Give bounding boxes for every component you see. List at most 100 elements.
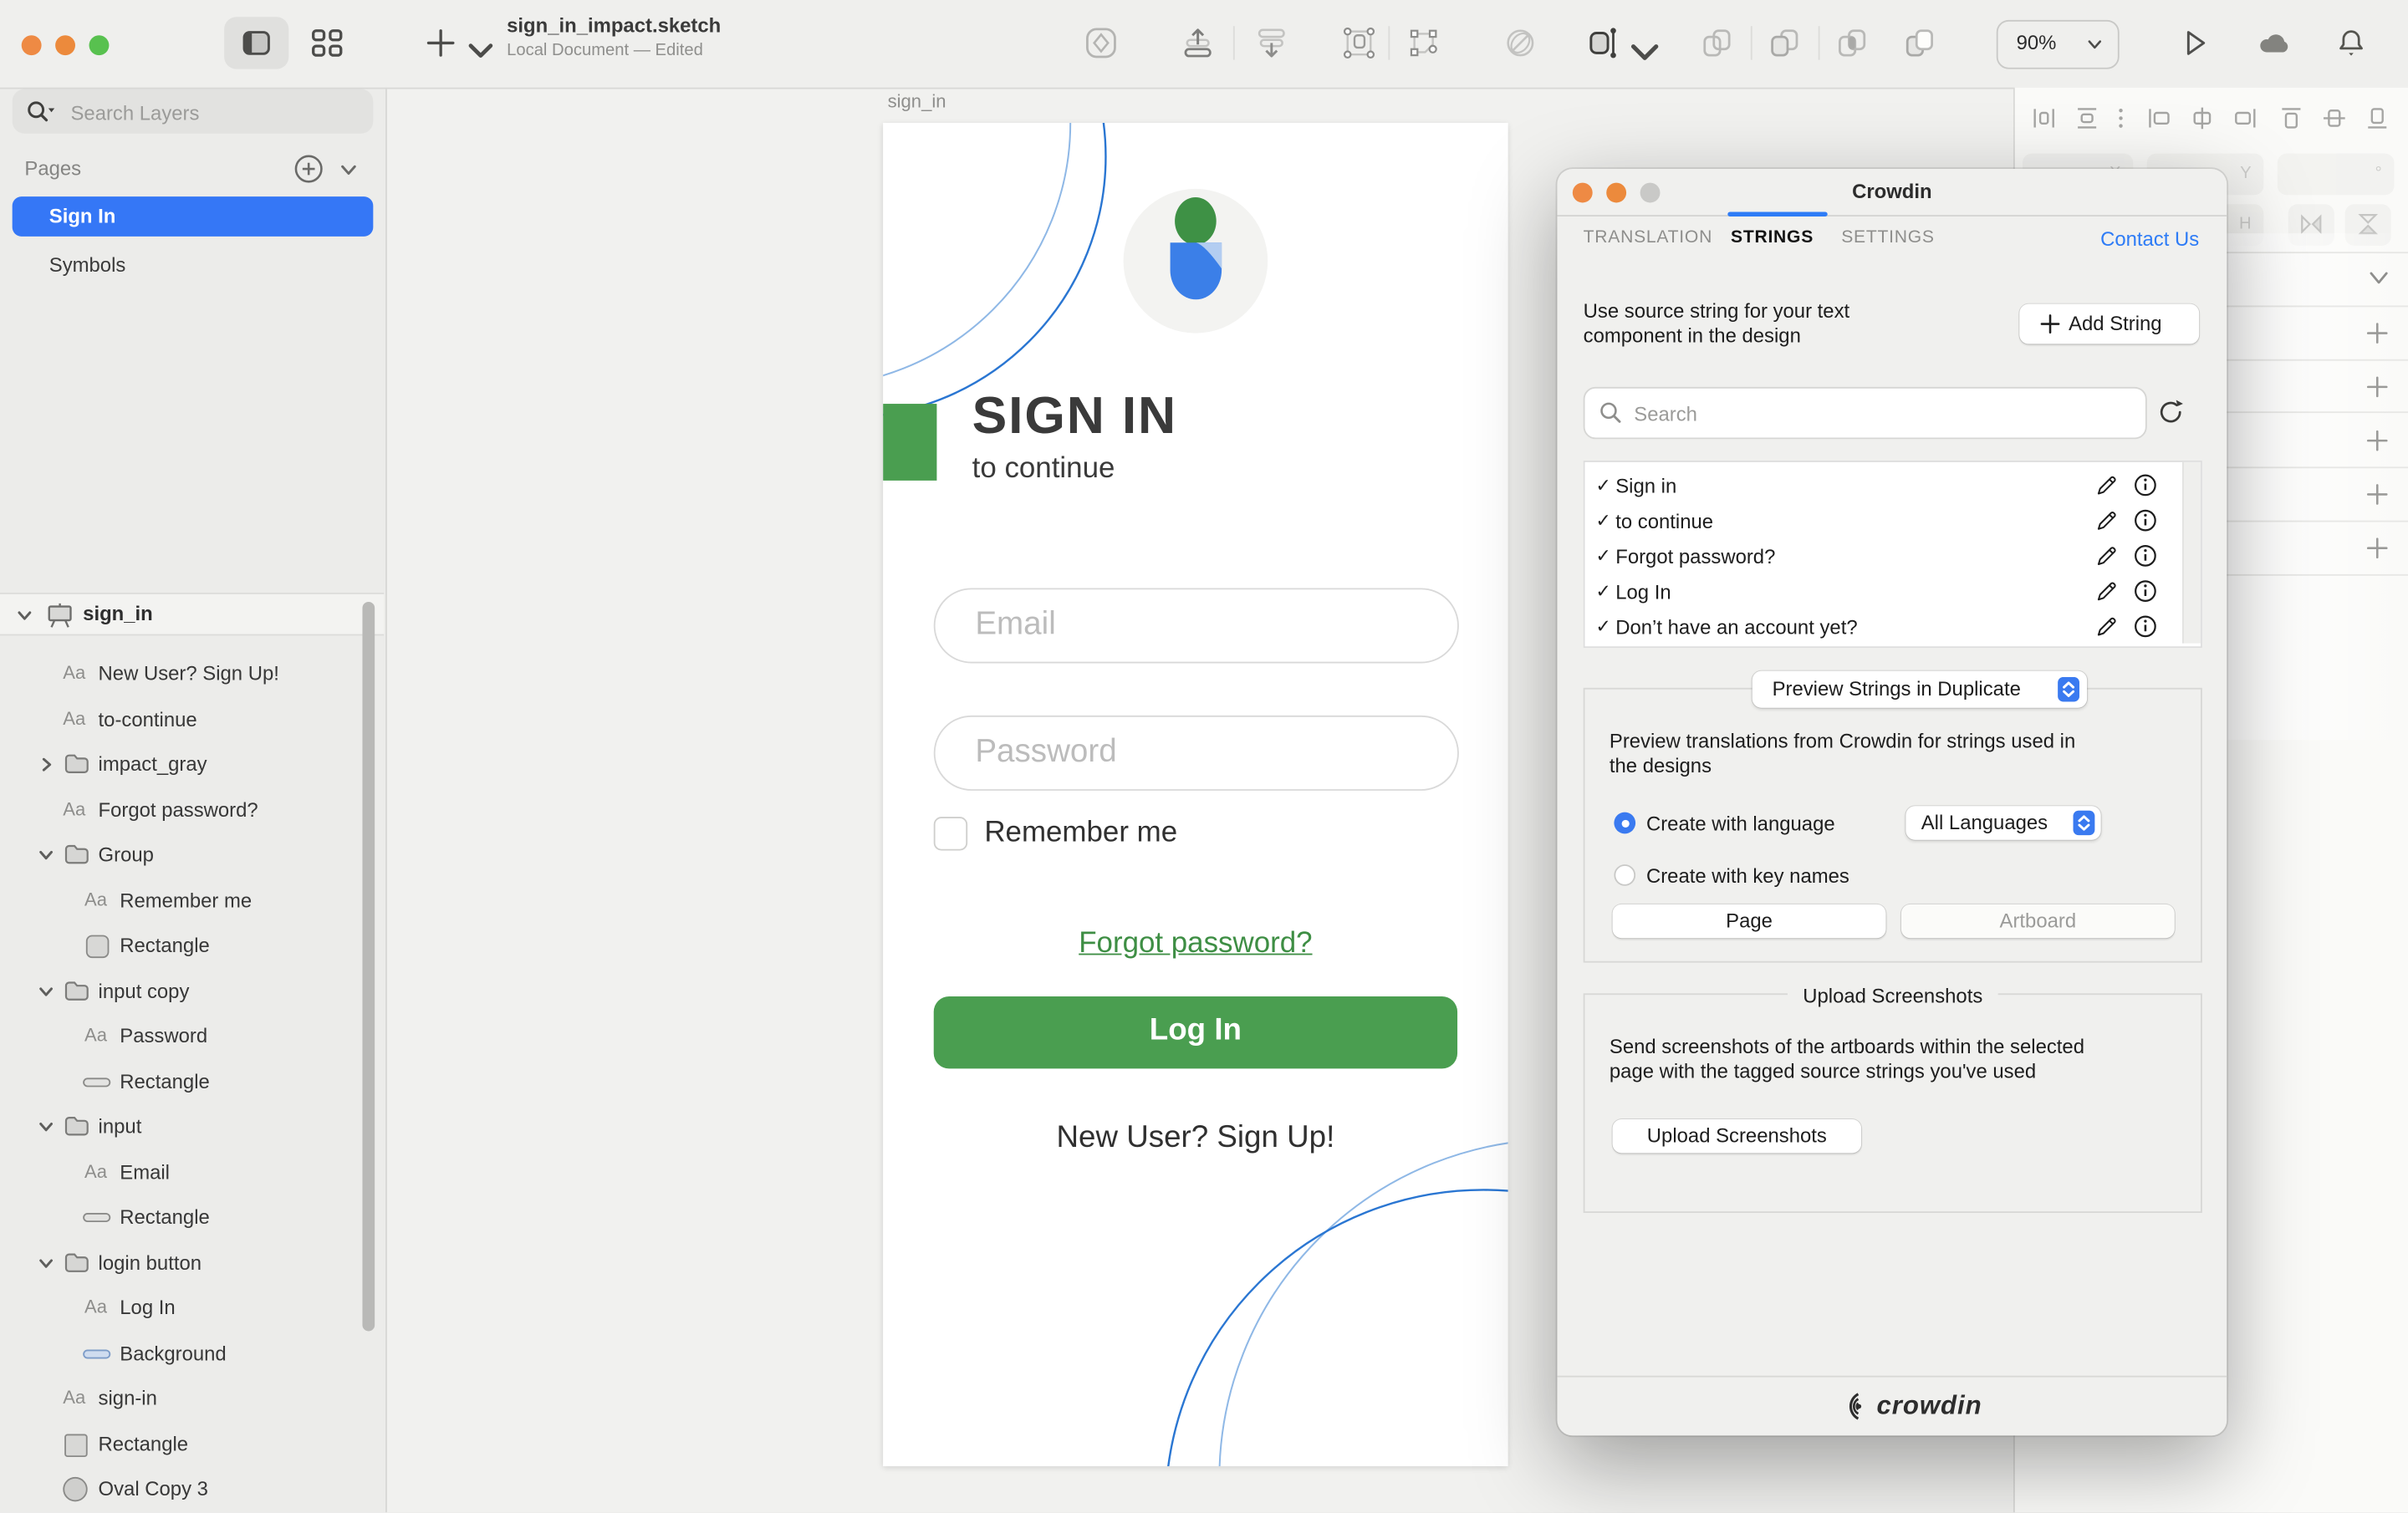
layer-row-text[interactable]: Email	[0, 1149, 360, 1194]
boolean-union-icon[interactable]	[1697, 23, 1737, 64]
layer-row-shape[interactable]: Background	[0, 1331, 360, 1375]
info-icon[interactable]	[2133, 578, 2157, 603]
info-icon[interactable]	[2133, 508, 2157, 532]
layer-row-shape[interactable]: Rectangle	[0, 923, 360, 967]
strings-search-input[interactable]	[1631, 398, 2129, 429]
layer-row-text[interactable]: Password	[0, 1013, 360, 1057]
add-border-button plus-icon[interactable]	[2365, 428, 2390, 452]
layer-row-folder[interactable]: login button	[0, 1240, 360, 1284]
align-right-icon[interactable]	[2232, 104, 2259, 132]
notifications-button bell-icon[interactable]	[2331, 23, 2371, 64]
page-item-symbols[interactable]: Symbols	[49, 253, 126, 277]
toggle-left-panel-button[interactable]	[224, 17, 288, 69]
layer-row-folder[interactable]: input	[0, 1104, 360, 1149]
layer-row-shape[interactable]: Rectangle	[0, 1421, 360, 1465]
edit-pencil-icon[interactable]	[2094, 614, 2119, 639]
add-string-button[interactable]: Add String	[2019, 304, 2199, 344]
cloud-sync-button cloud-icon[interactable]	[2254, 23, 2294, 64]
info-icon[interactable]	[2133, 543, 2157, 568]
resize-constraints-icon[interactable]	[1582, 23, 1622, 64]
password-field[interactable]: Password	[934, 716, 1459, 791]
refresh-icon[interactable]	[2156, 398, 2186, 427]
edit-pencil-icon[interactable]	[2094, 473, 2119, 497]
search-layers-field[interactable]	[13, 89, 374, 134]
minimize-window-button[interactable]	[55, 34, 75, 54]
more-options-dots-icon[interactable]	[2110, 104, 2132, 132]
edit-pencil-icon[interactable]	[2094, 508, 2119, 532]
chevron-down-icon[interactable]	[37, 982, 55, 1001]
zoom-window-button[interactable]	[89, 34, 110, 54]
create-with-key-names-radio[interactable]	[1614, 864, 1635, 886]
strings-list-scrollbar[interactable]	[2182, 462, 2201, 644]
insert-plus-icon[interactable]	[421, 23, 461, 64]
layer-row-text[interactable]: New User? Sign Up!	[0, 651, 360, 695]
align-bottom-icon[interactable]	[2364, 104, 2391, 132]
info-icon[interactable]	[2133, 473, 2157, 497]
remember-me-checkbox[interactable]	[934, 817, 967, 850]
page-item-sign-in[interactable]: Sign In	[13, 196, 374, 237]
contact-us-link[interactable]: Contact Us	[2100, 227, 2199, 251]
string-row[interactable]: ✓ Log In	[1585, 574, 2181, 609]
tab-settings[interactable]: SETTINGS	[1841, 229, 1935, 247]
layer-row-text[interactable]: Log In	[0, 1285, 360, 1329]
group-selection-icon[interactable]	[1339, 23, 1380, 64]
boolean-subtract-icon[interactable]	[1764, 23, 1804, 64]
string-row[interactable]: ✓ Don’t have an account yet?	[1585, 609, 2181, 644]
string-row[interactable]: ✓ Sign in	[1585, 468, 2181, 503]
resize-chevron-down-icon[interactable]	[1625, 33, 1665, 73]
layer-row-folder[interactable]: impact_gray	[0, 741, 360, 786]
artboard-label[interactable]: sign_in	[888, 90, 946, 112]
add-page-button plus-circle-icon[interactable]	[293, 154, 324, 185]
edit-pencil-icon[interactable]	[2094, 543, 2119, 568]
artboard-sign-in[interactable]: SIGN IN to continue Email Password Remem…	[883, 123, 1508, 1466]
string-row[interactable]: ✓ to continue	[1585, 503, 2181, 538]
chevron-down-icon[interactable]	[15, 607, 33, 625]
layers-root-row[interactable]: sign_in	[0, 593, 384, 635]
artboard-button[interactable]: Artboard	[1901, 904, 2175, 938]
layer-row-shape[interactable]: Rectangle	[0, 1195, 360, 1239]
layer-row-text[interactable]: Remember me	[0, 878, 360, 922]
log-in-button[interactable]: Log In	[934, 996, 1457, 1068]
distribute-horizontally-icon[interactable]	[2030, 104, 2058, 132]
page-button[interactable]: Page	[1613, 904, 1886, 938]
email-field[interactable]: Email	[934, 588, 1459, 663]
zoom-level-dropdown[interactable]: 90%	[1997, 20, 2120, 69]
add-shadow-button plus-icon[interactable]	[2365, 482, 2390, 507]
tab-translation[interactable]: TRANSLATION	[1584, 229, 1712, 247]
layer-row-folder[interactable]: Group	[0, 833, 360, 877]
insert-shape-icon[interactable]	[1081, 23, 1121, 64]
info-icon[interactable]	[2133, 614, 2157, 639]
section-collapse-chevron-icon[interactable]	[2365, 267, 2393, 289]
pages-collapse-chevron-icon[interactable]	[338, 161, 360, 180]
string-row[interactable]: ✓ Forgot password?	[1585, 539, 2181, 574]
strings-search-field[interactable]	[1584, 387, 2147, 439]
move-forward-icon[interactable]	[1178, 23, 1218, 64]
create-with-language-radio[interactable]	[1614, 813, 1635, 834]
preview-play-button play-icon[interactable]	[2175, 23, 2215, 64]
layer-row-shape[interactable]: Rectangle	[0, 1058, 360, 1103]
insert-chevron-down-icon[interactable]	[461, 31, 501, 71]
edit-pencil-icon[interactable]	[2094, 578, 2119, 603]
preview-strings-dropdown[interactable]: Preview Strings in Duplicate	[1752, 671, 2087, 708]
move-backward-icon[interactable]	[1252, 23, 1292, 64]
align-left-icon[interactable]	[2145, 104, 2173, 132]
chevron-down-icon[interactable]	[37, 846, 55, 864]
chevron-down-icon[interactable]	[37, 1118, 55, 1136]
search-layers-input[interactable]	[68, 95, 365, 129]
chevron-right-icon[interactable]	[37, 756, 55, 774]
layer-row-shape[interactable]: Oval Copy 3	[0, 1466, 360, 1510]
layer-row-text[interactable]: sign-in	[0, 1376, 360, 1420]
upload-screenshots-button[interactable]: Upload Screenshots	[1613, 1119, 1862, 1153]
language-dropdown[interactable]: All Languages	[1905, 806, 2100, 839]
align-horizontal-center-icon[interactable]	[2188, 104, 2216, 132]
edit-vector-icon[interactable]	[1404, 23, 1444, 64]
add-style-button plus-icon[interactable]	[2365, 321, 2390, 345]
distribute-vertically-icon[interactable]	[2074, 104, 2101, 132]
layer-row-text[interactable]: Forgot password?	[0, 787, 360, 831]
sign-up-text[interactable]: New User? Sign Up!	[883, 1121, 1508, 1156]
chevron-down-icon[interactable]	[37, 1254, 55, 1272]
close-window-button[interactable]	[22, 34, 42, 54]
add-blur-button plus-icon[interactable]	[2365, 536, 2390, 560]
layer-row-text[interactable]: to-continue	[0, 696, 360, 741]
boolean-intersect-icon[interactable]	[1832, 23, 1872, 64]
